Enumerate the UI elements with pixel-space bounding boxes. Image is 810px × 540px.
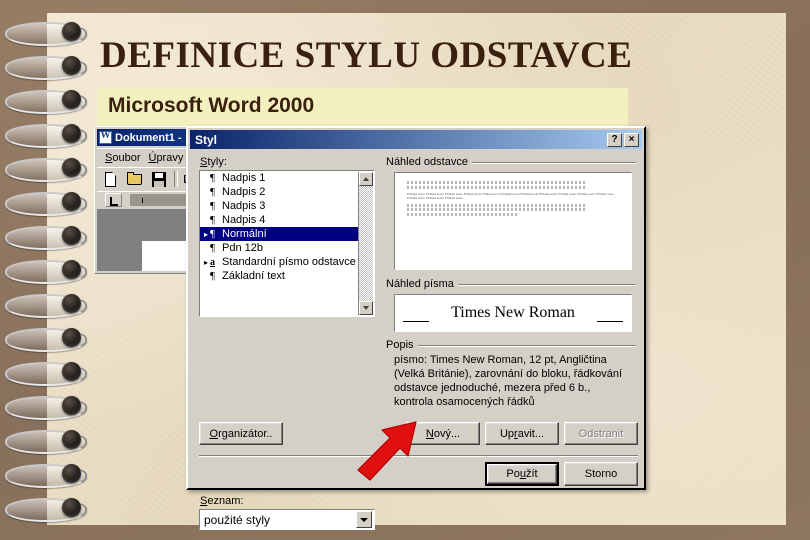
seznam-selected-value: použité styly <box>204 512 271 527</box>
style-name: Nadpis 1 <box>222 172 266 184</box>
close-icon[interactable]: × <box>624 132 639 147</box>
new-document-icon[interactable] <box>101 170 121 189</box>
expand-arrow-icon: ▸ <box>203 257 208 267</box>
preview-greeked-line <box>407 185 588 189</box>
word-document-icon <box>99 130 112 144</box>
style-list-item[interactable]: ¶ Nadpis 1 <box>200 171 374 185</box>
pilcrow-icon: ¶ <box>210 228 215 240</box>
styl-dialog: Styl ? × Styly: ¶ Nadpis 1 ¶ Nadpis 2 ¶ Nadpi… <box>186 126 646 530</box>
style-name: Nadpis 4 <box>222 214 266 226</box>
organizator-button[interactable]: Organizátor.. <box>199 422 283 445</box>
style-list-item[interactable]: ¶ Pdn 12b <box>200 241 374 255</box>
preview-sample-text: Příklad textu Příklad textu Příklad text… <box>407 191 615 201</box>
subtitle-box: Microsoft Word 2000 <box>97 88 628 128</box>
pilcrow-icon: ¶ <box>210 200 215 212</box>
font-preview-group: Náhled písma Times New Roman <box>386 278 636 336</box>
preview-greeked-line <box>407 181 588 184</box>
preview-greeked-line <box>407 203 588 207</box>
novy-label-rest: ový... <box>433 427 461 440</box>
pouzit-button[interactable]: Po u žít <box>485 462 559 486</box>
storno-button[interactable]: Storno <box>564 462 638 486</box>
style-list-item[interactable]: ▸ ¶ Normální <box>200 227 358 241</box>
dialog-title-text: Styl <box>195 132 218 147</box>
font-preview-box: Times New Roman <box>394 294 632 332</box>
menu-soubor-rest: oubor <box>112 151 141 164</box>
style-list-item[interactable]: ¶ Nadpis 4 <box>200 213 374 227</box>
seznam-label: Seznam: <box>200 495 244 507</box>
slide-title: DEFINICE STYLU ODSTAVCE <box>100 35 633 76</box>
open-folder-icon[interactable] <box>125 170 145 189</box>
pilcrow-icon: ¶ <box>210 172 215 184</box>
pilcrow-icon: ¶ <box>210 214 215 226</box>
paragraph-preview-box: Příklad textu Příklad textu Příklad text… <box>394 172 632 270</box>
popis-text: písmo: Times New Roman, 12 pt, Angličtin… <box>394 354 623 408</box>
font-preview-sample: Times New Roman <box>451 304 575 321</box>
preview-greeked-line <box>407 212 518 216</box>
style-list-item[interactable]: ¶ Nadpis 3 <box>200 199 374 213</box>
menu-upravy-rest: pravy <box>156 151 184 164</box>
upravit-label-rest: avit... <box>517 427 545 440</box>
style-name: Nadpis 2 <box>222 186 266 198</box>
scroll-up-icon[interactable] <box>359 172 373 186</box>
scroll-down-icon[interactable] <box>359 301 373 315</box>
toolbar-separator <box>174 171 178 187</box>
styles-list-scrollbar[interactable] <box>346 172 373 315</box>
seznam-dropdown[interactable]: použité styly <box>199 509 375 530</box>
odstranit-button: Odstranit <box>564 422 638 445</box>
ruler-tick-left <box>142 198 143 203</box>
style-list-item[interactable]: ¶ Nadpis 2 <box>200 185 374 199</box>
dialog-divider <box>199 455 638 457</box>
description-group: Popis písmo: Times New Roman, 12 pt, Ang… <box>386 339 636 423</box>
font-preview-label: Náhled písma <box>386 278 458 290</box>
font-preview-rule-right <box>597 321 623 322</box>
paragraph-preview-group: Náhled odstavce Příklad textu Příklad te… <box>386 156 636 276</box>
character-style-icon: a <box>210 256 215 268</box>
styles-list-label: Styly: <box>200 156 227 168</box>
seznam-label-rest: eznam: <box>207 495 244 507</box>
font-preview-rule-left <box>403 321 429 322</box>
preview-greeked-line <box>407 208 588 211</box>
style-name: Základní text <box>222 270 285 282</box>
expand-arrow-icon: ▸ <box>203 229 208 239</box>
dialog-title-bar[interactable]: Styl ? × <box>190 130 642 149</box>
novy-button[interactable]: Nový... <box>406 422 480 445</box>
menu-item-soubor[interactable]: Soubor <box>105 152 140 164</box>
pilcrow-icon: ¶ <box>210 242 215 254</box>
style-name: Standardní písmo odstavce <box>222 256 356 268</box>
pilcrow-icon: ¶ <box>210 186 215 198</box>
pouzit-label-pre: Po <box>506 468 520 480</box>
left-tab-stop-icon[interactable] <box>105 193 122 207</box>
pouzit-label-rest: žít <box>525 468 538 480</box>
paragraph-preview-label: Náhled odstavce <box>386 156 472 168</box>
menu-item-upravy[interactable]: Úpravy <box>148 152 183 164</box>
save-diskette-icon[interactable] <box>149 170 169 189</box>
style-name: Nadpis 3 <box>222 200 266 212</box>
help-icon[interactable]: ? <box>607 132 622 147</box>
presentation-slide: DEFINICE STYLU ODSTAVCE Microsoft Word 2… <box>0 0 810 540</box>
chevron-down-icon[interactable] <box>356 511 372 528</box>
word-title-text: Dokument1 - <box>115 131 182 144</box>
group-divider-line <box>386 345 636 347</box>
styles-list[interactable]: ¶ Nadpis 1 ¶ Nadpis 2 ¶ Nadpis 3 ¶ Nadpis 4 ▸ ¶ No… <box>199 170 375 317</box>
upravit-button[interactable]: Up r avit... <box>485 422 559 445</box>
subtitle-text: Microsoft Word 2000 <box>108 94 315 117</box>
style-list-item[interactable]: ¶ Základní text <box>200 269 374 283</box>
organizator-label-rest: rganizátor.. <box>218 427 273 440</box>
styly-label-rest: tyly: <box>207 156 227 168</box>
pilcrow-icon: ¶ <box>210 270 215 282</box>
style-list-item[interactable]: ▸ a Standardní písmo odstavce <box>200 255 374 269</box>
style-name: Pdn 12b <box>222 242 263 254</box>
upravit-label-pre: Up <box>499 427 515 440</box>
style-name: Normální <box>222 228 267 240</box>
selection-caret <box>346 227 351 236</box>
popis-label: Popis <box>386 339 418 351</box>
